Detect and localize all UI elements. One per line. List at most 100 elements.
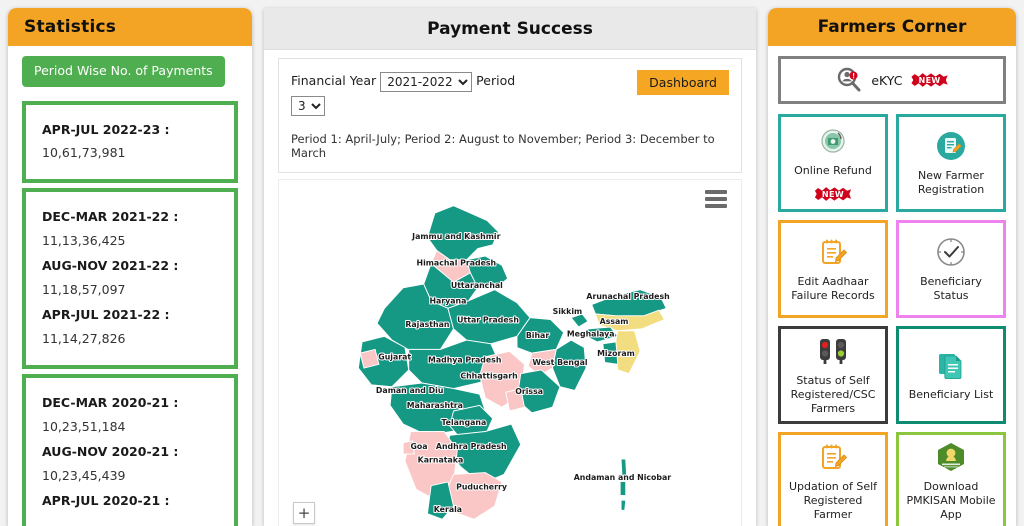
- statistics-row: DEC-MAR 2021-22 : 11,13,36,425: [42, 205, 222, 252]
- tile-label: Beneficiary List: [908, 387, 994, 401]
- period-legend-note: Period 1: April-July; Period 2: August t…: [291, 131, 715, 160]
- edit-notepad-icon: [817, 440, 849, 474]
- statistics-group: DEC-MAR 2020-21 : 10,23,51,184 AUG-NOV 202…: [22, 374, 238, 526]
- map-state-label: Chhattisgarh: [460, 371, 517, 380]
- map-state-label: Gujarat: [378, 352, 411, 361]
- statistics-period-label: APR-JUL 2022-23 :: [42, 121, 170, 137]
- map-state-label: Uttar Pradesh: [457, 315, 519, 324]
- map-state-label: Telangana: [441, 418, 486, 427]
- statistics-period-label: AUG-NOV 2020-21 :: [42, 443, 179, 459]
- tile-label: Online Refund: [794, 164, 872, 178]
- map-state-label: Goa: [410, 442, 427, 451]
- statistics-group: DEC-MAR 2021-22 : 11,13,36,425 AUG-NOV 202…: [22, 188, 238, 369]
- map-zoom-in-button[interactable]: +: [293, 502, 315, 524]
- farmers-corner-body: eKYC NEW Online Refund NEW New Farmer Regi…: [768, 46, 1016, 526]
- payment-success-header: Payment Success: [264, 8, 756, 50]
- farmers-corner-tile-updation-of-self-registered-farmer[interactable]: Updation of Self Registered Farmer: [778, 432, 888, 526]
- farmers-corner-tile-download-pmkisan-mobile-app[interactable]: Download PMKISAN Mobile App: [896, 432, 1006, 526]
- statistics-row: APR-JUL 2020-21 :: [42, 489, 222, 513]
- tile-label: Status of Self Registered/CSC Farmers: [790, 373, 876, 415]
- statistics-period-label: APR-JUL 2020-21 :: [42, 492, 170, 508]
- statistics-body: Period Wise No. of Payments APR-JUL 2022…: [8, 46, 252, 526]
- farmers-corner-tile-edit-aadhaar-failure-records[interactable]: Edit Aadhaar Failure Records: [778, 220, 888, 318]
- map-state-label: Assam: [600, 317, 629, 326]
- map-state-label: Bihar: [526, 331, 550, 340]
- tile-label: Download PMKISAN Mobile App: [906, 479, 996, 521]
- farmers-corner-tile-new-farmer-registration[interactable]: New Farmer Registration: [896, 114, 1006, 212]
- map-state-label: West Bengal: [532, 358, 588, 367]
- map-state-label: Maharashtra: [407, 401, 463, 410]
- map-state-label: Madhya Pradesh: [428, 355, 501, 364]
- financial-year-select[interactable]: 2021-2022: [380, 71, 473, 92]
- hamburger-menu-icon[interactable]: [705, 189, 727, 208]
- map-state-label: Mizoram: [597, 349, 635, 358]
- money-refund-icon: [818, 124, 848, 158]
- map-state-label: Andaman and Nicobar: [574, 473, 672, 482]
- menu-bar: [705, 203, 727, 208]
- dashboard-page: Statistics Period Wise No. of Payments A…: [0, 0, 1024, 526]
- new-registration-icon: [935, 129, 967, 163]
- farmers-corner-panel: Farmers Corner eKYC NEW Online Refund NE…: [768, 8, 1016, 526]
- statistics-group-inner: APR-JUL 2022-23 : 10,61,73,981: [26, 104, 234, 180]
- document-list-icon: [935, 348, 967, 382]
- new-badge: NEW: [911, 73, 948, 87]
- india-map-container[interactable]: Jammu and Kashmir Himachal Pradesh Uttaran…: [278, 178, 742, 526]
- map-state-label: Kerala: [434, 505, 462, 514]
- statistics-period-value: 10,61,73,981: [42, 145, 126, 161]
- statistics-period-label: AUG-NOV 2021-22 :: [42, 258, 179, 274]
- map-state-label: Meghalaya: [567, 329, 615, 338]
- map-state-label: Orissa: [515, 387, 543, 396]
- farmers-corner-tile-online-refund[interactable]: Online Refund NEW: [778, 114, 888, 212]
- farmers-corner-header: Farmers Corner: [768, 8, 1016, 46]
- period-select[interactable]: 3: [291, 95, 325, 116]
- tile-label: New Farmer Registration: [917, 168, 985, 196]
- statistics-row: APR-JUL 2021-22 : 11,14,27,826: [42, 303, 222, 350]
- map-state-label: Andhra Pradesh: [436, 442, 507, 451]
- new-badge: NEW: [814, 187, 852, 201]
- statistics-row: DEC-MAR 2020-21 : 10,23,51,184: [42, 391, 222, 438]
- tile-label: Beneficiary Status: [920, 274, 982, 302]
- traffic-light-icon: [816, 334, 850, 368]
- page-title-payment-success: Payment Success: [427, 18, 593, 39]
- statistics-row: AUG-NOV 2020-21 : 10,23,45,439: [42, 440, 222, 487]
- period-label: Period: [476, 73, 516, 88]
- farmers-corner-tiles: Online Refund NEW New Farmer Registration E…: [778, 114, 1006, 526]
- statistics-period-label: DEC-MAR 2021-22 :: [42, 209, 179, 225]
- tile-label: Updation of Self Registered Farmer: [788, 479, 878, 521]
- farmers-corner-tile-beneficiary-list[interactable]: Beneficiary List: [896, 326, 1006, 424]
- tile-label: Edit Aadhaar Failure Records: [791, 274, 875, 302]
- statistics-period-label: DEC-MAR 2020-21 :: [42, 395, 179, 410]
- statistics-row: APR-JUL 2022-23 : 10,61,73,981: [42, 118, 222, 165]
- map-state-label: Haryana: [429, 296, 466, 305]
- statistics-period-value: 11,14,27,826: [42, 330, 126, 346]
- ekyc-label: eKYC: [871, 72, 903, 88]
- statistics-group-inner: DEC-MAR 2021-22 : 11,13,36,425 AUG-NOV 202…: [26, 192, 234, 365]
- statistics-group: APR-JUL 2022-23 : 10,61,73,981: [22, 100, 238, 184]
- payment-success-controls: Dashboard Financial Year 2021-2022 Period…: [264, 50, 756, 173]
- dashboard-button[interactable]: Dashboard: [637, 70, 729, 95]
- statistics-panel: Statistics Period Wise No. of Payments A…: [8, 8, 252, 526]
- statistics-column: Statistics Period Wise No. of Payments A…: [0, 0, 258, 526]
- map-state-label: Jammu and Kashmir: [411, 232, 500, 241]
- ekyc-button[interactable]: eKYC NEW: [778, 56, 1006, 104]
- farmers-corner-tile-beneficiary-status[interactable]: Beneficiary Status: [896, 220, 1006, 318]
- statistics-row: AUG-NOV 2021-22 : 11,18,57,097: [42, 254, 222, 301]
- map-state-label: Daman and Diu: [376, 386, 443, 395]
- pmkisan-app-icon: [935, 440, 967, 474]
- india-choropleth-map[interactable]: Jammu and Kashmir Himachal Pradesh Uttaran…: [279, 180, 741, 526]
- statistics-period-label: APR-JUL 2021-22 :: [42, 307, 170, 323]
- farmers-corner-column: Farmers Corner eKYC NEW Online Refund NE…: [762, 0, 1024, 526]
- menu-bar: [705, 196, 727, 201]
- clock-check-icon: [935, 235, 967, 269]
- statistics-period-value: 11,13,36,425: [42, 233, 126, 249]
- map-state-label: Uttaranchal: [451, 281, 503, 290]
- map-state-label: Arunachal Pradesh: [586, 292, 669, 301]
- financial-year-label: Financial Year: [291, 73, 377, 88]
- statistics-period-value: 11,18,57,097: [42, 282, 126, 297]
- period-wise-payments-button[interactable]: Period Wise No. of Payments: [22, 56, 225, 87]
- menu-bar: [705, 189, 727, 194]
- statistics-groups: APR-JUL 2022-23 : 10,61,73,981 DEC-MAR 202…: [22, 100, 238, 526]
- payment-success-panel: Payment Success Dashboard Financial Year…: [264, 8, 756, 526]
- farmers-corner-tile-status-of-self-registered-csc-farmers[interactable]: Status of Self Registered/CSC Farmers: [778, 326, 888, 424]
- filter-form: Dashboard Financial Year 2021-2022 Period…: [278, 58, 742, 173]
